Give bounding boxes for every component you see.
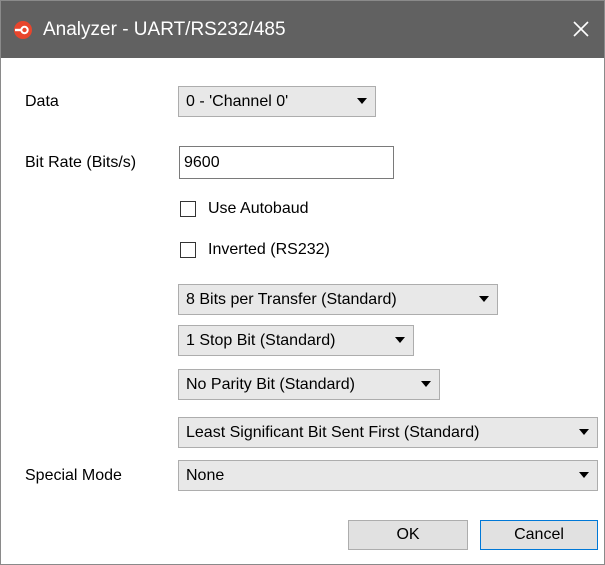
chevron-down-icon xyxy=(579,472,589,478)
autobaud-checkbox[interactable] xyxy=(180,201,196,217)
special-mode-select[interactable]: None xyxy=(178,460,598,491)
chevron-down-icon xyxy=(579,429,589,435)
data-channel-select[interactable]: 0 - 'Channel 0' xyxy=(178,86,376,117)
title-bar[interactable]: Analyzer - UART/RS232/485 xyxy=(1,1,604,58)
cancel-button[interactable]: Cancel xyxy=(480,520,598,550)
special-mode-label: Special Mode xyxy=(25,467,122,484)
chevron-down-icon xyxy=(395,337,405,343)
parity-value: No Parity Bit (Standard) xyxy=(186,376,355,393)
chevron-down-icon xyxy=(479,296,489,302)
bits-per-transfer-value: 8 Bits per Transfer (Standard) xyxy=(186,291,397,308)
bits-per-transfer-select[interactable]: 8 Bits per Transfer (Standard) xyxy=(178,284,498,315)
ok-button[interactable]: OK xyxy=(348,520,468,550)
special-mode-value: None xyxy=(186,467,225,484)
stop-bits-value: 1 Stop Bit (Standard) xyxy=(186,332,336,349)
saleae-logo-icon xyxy=(13,20,33,40)
window-title: Analyzer - UART/RS232/485 xyxy=(43,19,286,40)
inverted-checkbox[interactable] xyxy=(180,242,196,258)
autobaud-label[interactable]: Use Autobaud xyxy=(208,199,309,219)
inverted-label[interactable]: Inverted (RS232) xyxy=(208,240,330,260)
close-icon xyxy=(573,21,589,37)
data-label: Data xyxy=(25,93,59,110)
chevron-down-icon xyxy=(421,381,431,387)
bitrate-label: Bit Rate (Bits/s) xyxy=(25,154,137,171)
data-channel-value: 0 - 'Channel 0' xyxy=(186,93,289,110)
parity-select[interactable]: No Parity Bit (Standard) xyxy=(178,369,440,400)
bit-order-select[interactable]: Least Significant Bit Sent First (Standa… xyxy=(178,417,598,448)
stop-bits-select[interactable]: 1 Stop Bit (Standard) xyxy=(178,325,414,356)
bitrate-input[interactable] xyxy=(179,146,394,179)
analyzer-dialog: Analyzer - UART/RS232/485 Data 0 - 'Chan… xyxy=(0,0,605,565)
close-button[interactable] xyxy=(558,1,604,58)
chevron-down-icon xyxy=(357,98,367,104)
bit-order-value: Least Significant Bit Sent First (Standa… xyxy=(186,424,480,441)
